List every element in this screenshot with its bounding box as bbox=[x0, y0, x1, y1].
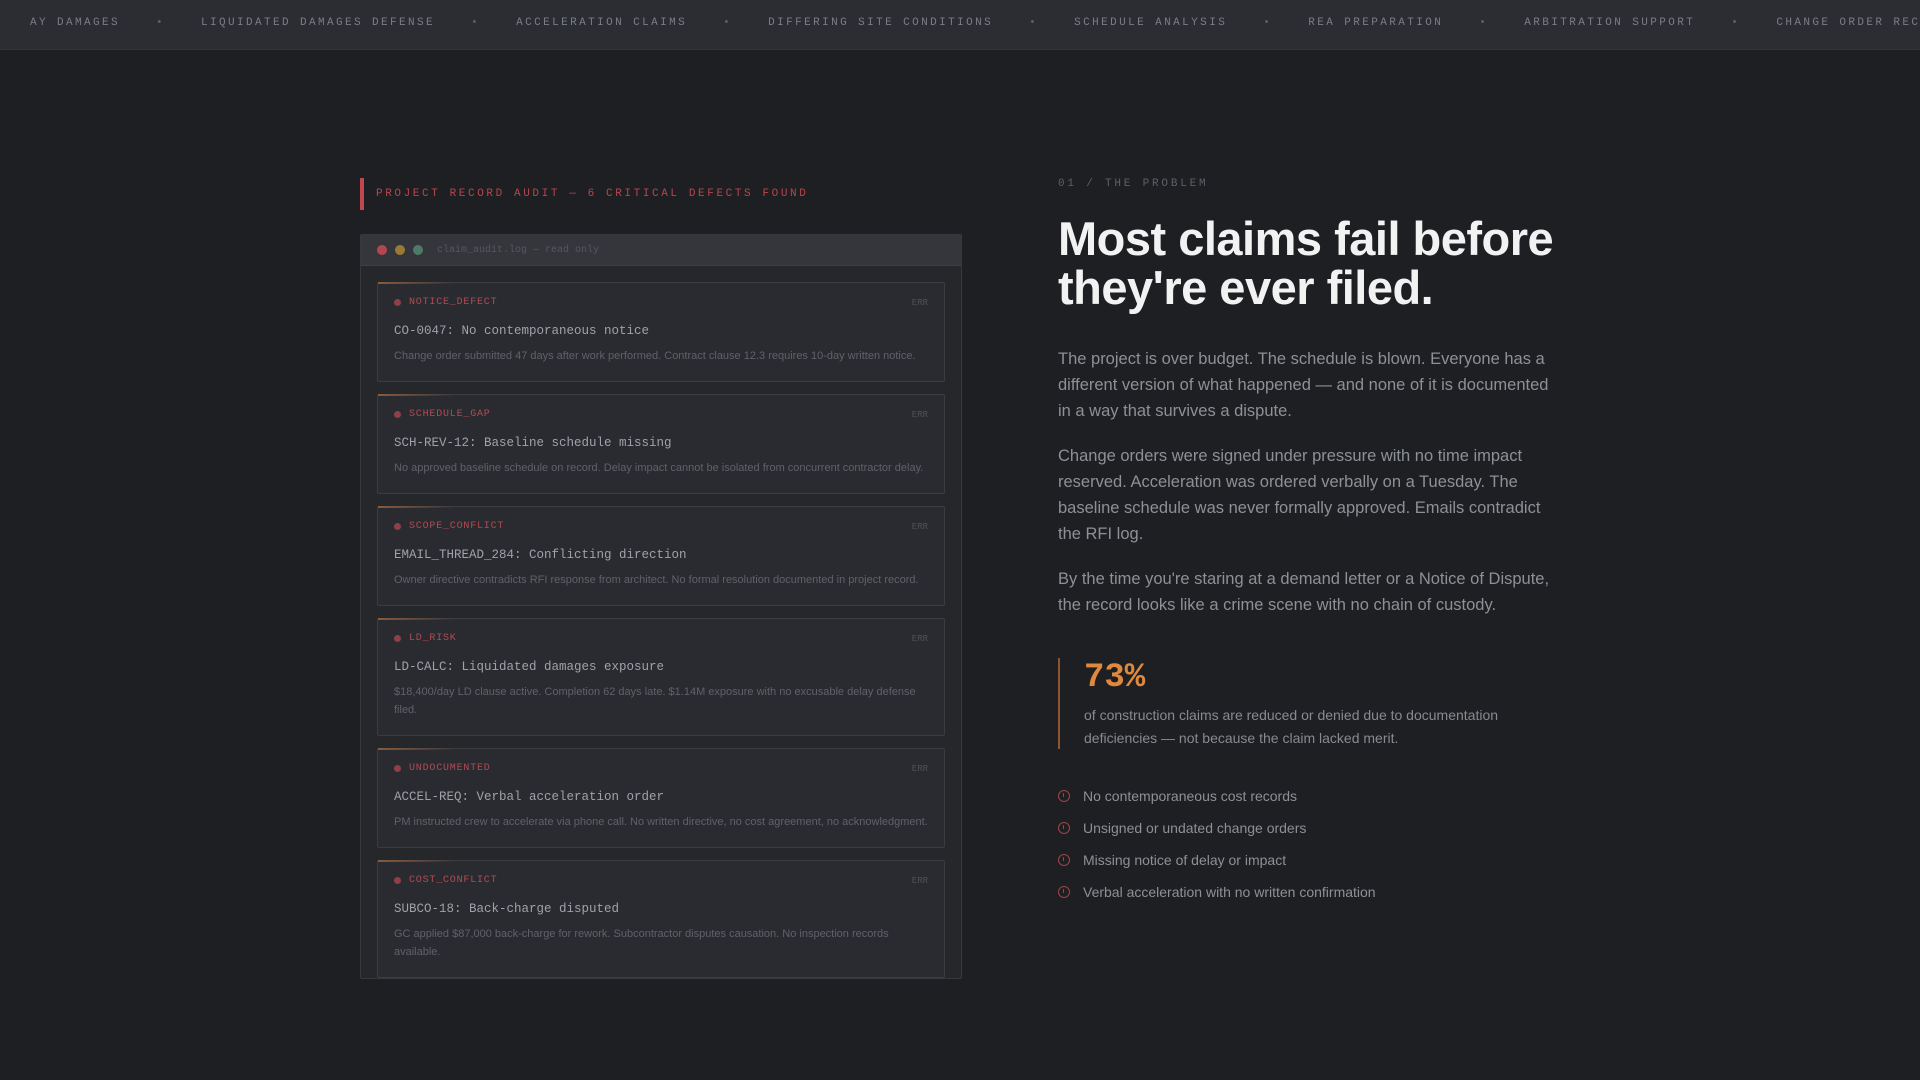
defect-title: EMAIL_THREAD_284: Conflicting direction bbox=[394, 548, 687, 562]
defect-card-header: SCOPE_CONFLICT ERR bbox=[394, 521, 928, 532]
defect-card: SCHEDULE_GAP ERR SCH-REV-12: Baseline sche… bbox=[377, 394, 945, 494]
problem-paragraph-1: The project is over budget. The schedule… bbox=[1058, 350, 1549, 420]
severity-badge: ERR bbox=[911, 297, 928, 308]
defect-card: LD_RISK ERR LD-CALC: Liquidated damages ex… bbox=[377, 618, 945, 736]
defect-code: LD_RISK bbox=[394, 633, 457, 644]
checklist-item-label: Unsigned or undated change orders bbox=[1083, 820, 1307, 836]
checklist-item-label: Missing notice of delay or impact bbox=[1083, 852, 1287, 868]
defect-card-header: UNDOCUMENTED ERR bbox=[394, 763, 928, 774]
defect-code-label: SCOPE_CONFLICT bbox=[409, 521, 505, 532]
window-titlebar: claim_audit.log — read only bbox=[361, 235, 961, 266]
audit-log-panel: claim_audit.log — read only NOTICE_DEFEC… bbox=[360, 234, 962, 979]
alert-circle-icon bbox=[1058, 854, 1070, 866]
defect-title: CO-0047: No contemporaneous notice bbox=[394, 324, 650, 338]
deficiency-checklist: No contemporaneous cost records Unsigned… bbox=[1058, 780, 1376, 908]
status-dot-icon bbox=[394, 523, 401, 530]
severity-badge: ERR bbox=[911, 875, 928, 886]
defect-title: SUBCO-18: Back-charge disputed bbox=[394, 902, 620, 916]
defect-title: SCH-REV-12: Baseline schedule missing bbox=[394, 436, 672, 450]
severity-badge: ERR bbox=[911, 633, 928, 644]
status-dot-icon bbox=[394, 411, 401, 418]
checklist-item: No contemporaneous cost records bbox=[1058, 780, 1376, 812]
severity-badge: ERR bbox=[911, 521, 928, 532]
alert-circle-icon bbox=[1058, 886, 1070, 898]
defect-code: UNDOCUMENTED bbox=[394, 763, 491, 774]
defect-description: Owner directive contradicts RFI response… bbox=[394, 574, 919, 586]
services-ticker: AY DAMAGES • LIQUIDATED DAMAGES DEFENSE • AC… bbox=[0, 0, 1920, 50]
defect-code-label: UNDOCUMENTED bbox=[409, 763, 491, 774]
defect-card: COST_CONFLICT ERR SUBCO-18: Back-charge di… bbox=[377, 860, 945, 978]
defect-code: COST_CONFLICT bbox=[394, 875, 497, 886]
status-dot-icon bbox=[394, 765, 401, 772]
alert-circle-icon bbox=[1058, 790, 1070, 802]
window-title: claim_audit.log — read only bbox=[437, 244, 600, 256]
checklist-item: Missing notice of delay or impact bbox=[1058, 844, 1376, 876]
defect-description: $18,400/day LD clause active. Completion… bbox=[394, 686, 916, 716]
ticker-separator: • bbox=[471, 17, 481, 29]
ticker-separator: • bbox=[1479, 17, 1489, 29]
problem-paragraph-2: Change orders were signed under pressure… bbox=[1058, 447, 1541, 543]
defect-description: GC applied $87,000 back-charge for rewor… bbox=[394, 928, 889, 958]
section-label: 01 / THE PROBLEM bbox=[1058, 178, 1209, 190]
page-headline: Most claims fail before they're ever fil… bbox=[1058, 212, 1554, 314]
ticker-item: REA PREPARATION bbox=[1308, 17, 1444, 29]
defect-card: UNDOCUMENTED ERR ACCEL-REQ: Verbal acceler… bbox=[377, 748, 945, 848]
window-close-dot-icon bbox=[377, 245, 387, 255]
checklist-item-label: No contemporaneous cost records bbox=[1083, 788, 1297, 804]
ticker-item: LIQUIDATED DAMAGES DEFENSE bbox=[201, 17, 436, 29]
defect-card-header: NOTICE_DEFECT ERR bbox=[394, 297, 928, 308]
window-minimize-dot-icon bbox=[395, 245, 405, 255]
ticker-separator: • bbox=[1731, 17, 1741, 29]
defect-card-header: COST_CONFLICT ERR bbox=[394, 875, 928, 886]
status-dot-icon bbox=[394, 877, 401, 884]
defect-card-header: LD_RISK ERR bbox=[394, 633, 928, 644]
ticker-item: DIFFERING SITE CONDITIONS bbox=[768, 17, 994, 29]
defect-description: Change order submitted 47 days after wor… bbox=[394, 350, 916, 362]
status-dot-icon bbox=[394, 635, 401, 642]
severity-badge: ERR bbox=[911, 763, 928, 774]
window-maximize-dot-icon bbox=[413, 245, 423, 255]
ticker-item: ARBITRATION SUPPORT bbox=[1524, 17, 1696, 29]
severity-badge: ERR bbox=[911, 409, 928, 420]
defect-code-label: SCHEDULE_GAP bbox=[409, 409, 491, 420]
ticker-track: AY DAMAGES • LIQUIDATED DAMAGES DEFENSE • AC… bbox=[0, 17, 1920, 29]
ticker-separator: • bbox=[723, 17, 733, 29]
status-dot-icon bbox=[394, 299, 401, 306]
ticker-separator: • bbox=[156, 17, 166, 29]
stat-callout: 73% of construction claims are reduced o… bbox=[1058, 658, 1538, 749]
ticker-item: ACCELERATION CLAIMS bbox=[516, 17, 688, 29]
problem-paragraph-3: By the time you're staring at a demand l… bbox=[1058, 570, 1550, 614]
ticker-separator: • bbox=[1263, 17, 1273, 29]
audit-label: PROJECT RECORD AUDIT — 6 CRITICAL DEFECT… bbox=[360, 178, 808, 210]
defect-card: SCOPE_CONFLICT ERR EMAIL_THREAD_284: Confl… bbox=[377, 506, 945, 606]
ticker-item: AY DAMAGES bbox=[30, 17, 121, 29]
checklist-item-label: Verbal acceleration with no written conf… bbox=[1083, 884, 1376, 900]
defect-title: ACCEL-REQ: Verbal acceleration order bbox=[394, 790, 665, 804]
defect-code: SCHEDULE_GAP bbox=[394, 409, 491, 420]
defect-code-label: LD_RISK bbox=[409, 633, 457, 644]
ticker-item: CHANGE ORDER RECOVERY bbox=[1776, 17, 1920, 29]
stat-description: of construction claims are reduced or de… bbox=[1084, 707, 1499, 746]
defect-code: NOTICE_DEFECT bbox=[394, 297, 497, 308]
defect-description: PM instructed crew to accelerate via pho… bbox=[394, 816, 928, 828]
defect-code-label: COST_CONFLICT bbox=[409, 875, 498, 886]
stat-value: 73% bbox=[1084, 659, 1146, 697]
defect-code: SCOPE_CONFLICT bbox=[394, 521, 504, 532]
defect-card-header: SCHEDULE_GAP ERR bbox=[394, 409, 928, 420]
checklist-item: Verbal acceleration with no written conf… bbox=[1058, 876, 1376, 908]
alert-circle-icon bbox=[1058, 822, 1070, 834]
defect-list: NOTICE_DEFECT ERR CO-0047: No contemporane… bbox=[361, 266, 961, 978]
ticker-item: SCHEDULE ANALYSIS bbox=[1074, 17, 1228, 29]
ticker-separator: • bbox=[1029, 17, 1039, 29]
defect-code-label: NOTICE_DEFECT bbox=[409, 297, 498, 308]
defect-description: No approved baseline schedule on record.… bbox=[394, 462, 924, 474]
defect-card: NOTICE_DEFECT ERR CO-0047: No contemporane… bbox=[377, 282, 945, 382]
defect-title: LD-CALC: Liquidated damages exposure bbox=[394, 660, 665, 674]
checklist-item: Unsigned or undated change orders bbox=[1058, 812, 1376, 844]
